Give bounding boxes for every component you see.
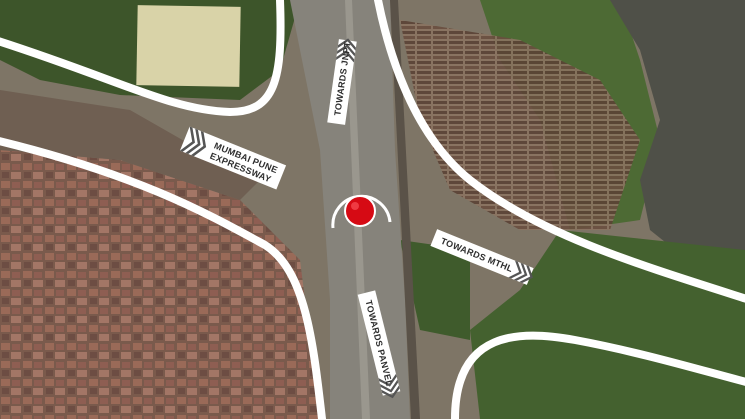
marker-dot-icon[interactable] — [344, 195, 376, 227]
warehouse-roof — [136, 5, 241, 87]
aerial-map: TOWARDS JNPT MUMBAI PUNE EXPRESSWAY TOWA… — [0, 0, 745, 419]
